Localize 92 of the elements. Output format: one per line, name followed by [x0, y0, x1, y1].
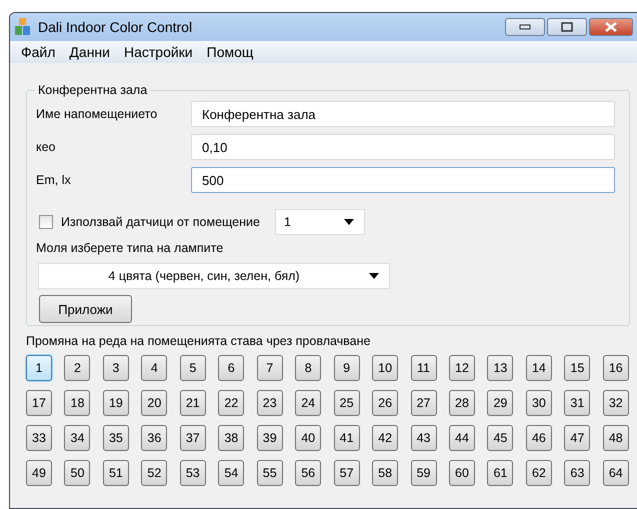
room-button[interactable]: 17	[26, 390, 52, 416]
room-button[interactable]: 55	[256, 460, 283, 486]
room-button[interactable]: 42	[372, 425, 398, 451]
room-button[interactable]: 49	[26, 460, 52, 486]
room-button[interactable]: 61	[487, 460, 514, 486]
close-button[interactable]	[589, 18, 633, 36]
room-button[interactable]: 58	[372, 460, 398, 486]
room-button[interactable]: 56	[295, 460, 322, 486]
room-button[interactable]: 48	[602, 425, 629, 451]
room-button[interactable]: 63	[564, 460, 590, 486]
room-button[interactable]: 60	[448, 460, 475, 486]
room-button[interactable]: 19	[102, 390, 129, 416]
field-label: Моля изберете типа на лампите	[36, 241, 224, 255]
room-button[interactable]: 6	[218, 355, 244, 381]
room-button[interactable]: 45	[487, 425, 514, 451]
group-title: Конферентна зала	[37, 83, 148, 97]
room-button[interactable]: 25	[334, 390, 360, 416]
room-button[interactable]: 54	[218, 460, 244, 486]
room-button[interactable]: 52	[141, 460, 168, 486]
room-button[interactable]: 50	[64, 460, 90, 486]
menu-item[interactable]: Настройки	[116, 44, 200, 60]
room-button[interactable]: 39	[256, 425, 283, 451]
room-button[interactable]: 2	[64, 355, 90, 381]
room-button[interactable]: 51	[102, 460, 129, 486]
minimize-icon	[519, 24, 531, 30]
menu-item[interactable]: Помощ	[200, 44, 260, 60]
input-field[interactable]: 500	[191, 167, 615, 193]
room-button[interactable]: 8	[295, 355, 322, 381]
maximize-icon	[561, 22, 573, 32]
room-button[interactable]: 4	[141, 355, 168, 381]
room-button[interactable]: 23	[256, 390, 283, 416]
dropdown[interactable]: 4 цвята (червен, син, зелен, бял)	[38, 263, 390, 289]
room-button[interactable]: 59	[410, 460, 437, 486]
room-button[interactable]: 11	[410, 355, 437, 381]
room-button[interactable]: 26	[372, 390, 398, 416]
room-button[interactable]: 36	[141, 425, 168, 451]
menu-item[interactable]: Данни	[62, 44, 117, 60]
room-button[interactable]: 33	[26, 425, 52, 451]
room-button[interactable]: 29	[487, 390, 514, 416]
room-button[interactable]: 53	[180, 460, 206, 486]
room-button[interactable]: 9	[334, 355, 360, 381]
room-button[interactable]: 16	[602, 355, 629, 381]
app-icon	[14, 18, 32, 36]
room-button[interactable]: 15	[564, 355, 590, 381]
room-button[interactable]: 5	[180, 355, 206, 381]
minimize-button[interactable]	[505, 18, 545, 36]
room-button[interactable]: 41	[334, 425, 360, 451]
menu-item[interactable]: Файл	[14, 44, 62, 60]
room-button[interactable]: 47	[564, 425, 590, 451]
apply-button[interactable]: Приложи	[39, 295, 132, 323]
checkbox[interactable]	[39, 215, 53, 229]
room-button[interactable]: 21	[180, 390, 206, 416]
room-button[interactable]: 31	[564, 390, 590, 416]
room-button[interactable]: 22	[218, 390, 244, 416]
room-button[interactable]: 14	[526, 355, 552, 381]
maximize-button[interactable]	[547, 18, 587, 36]
checkbox-label: Използвай датчици от помещение	[61, 215, 260, 229]
room-button[interactable]: 40	[295, 425, 322, 451]
room-button[interactable]: 10	[372, 355, 398, 381]
room-button[interactable]: 28	[448, 390, 475, 416]
room-button[interactable]: 30	[526, 390, 552, 416]
room-button[interactable]: 32	[602, 390, 629, 416]
dropdown[interactable]: 1	[274, 209, 365, 235]
hint-text: Промяна на реда на помещенията става чрез провлачване	[26, 334, 372, 348]
room-button[interactable]: 34	[64, 425, 90, 451]
room-button[interactable]: 35	[102, 425, 129, 451]
room-button[interactable]: 27	[410, 390, 437, 416]
room-button[interactable]: 24	[295, 390, 322, 416]
room-button[interactable]: 12	[448, 355, 475, 381]
room-button[interactable]: 57	[334, 460, 360, 486]
room-button[interactable]: 18	[64, 390, 90, 416]
field-label: кео	[36, 140, 57, 154]
room-button[interactable]: 46	[526, 425, 552, 451]
room-button[interactable]: 3	[102, 355, 129, 381]
field-label: Име напомещението	[36, 107, 158, 121]
caret-icon	[369, 273, 379, 279]
room-button[interactable]: 7	[256, 355, 283, 381]
caret-icon	[344, 219, 354, 225]
field-label: Em, lx	[36, 173, 72, 187]
room-button[interactable]: 64	[602, 460, 629, 486]
room-button[interactable]: 62	[526, 460, 552, 486]
room-button[interactable]: 38	[218, 425, 244, 451]
input-field[interactable]: Конферентна зала	[191, 101, 615, 127]
room-button[interactable]: 20	[141, 390, 168, 416]
window-title: Dali Indoor Color Control	[38, 19, 194, 35]
close-icon	[605, 22, 617, 32]
room-button[interactable]: 44	[448, 425, 475, 451]
input-field[interactable]: 0,10	[191, 134, 615, 160]
room-button[interactable]: 1	[26, 355, 52, 381]
room-button[interactable]: 43	[410, 425, 437, 451]
room-button[interactable]: 13	[487, 355, 514, 381]
room-button[interactable]: 37	[180, 425, 206, 451]
